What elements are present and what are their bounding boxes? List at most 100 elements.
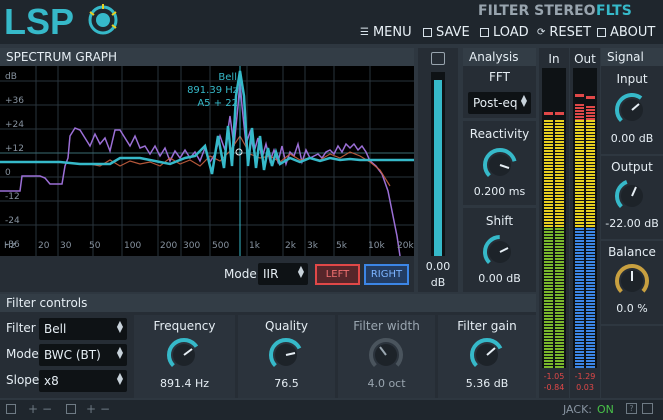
filter-type-select[interactable]: Bell ▲ ▼: [39, 318, 127, 340]
zoom-icon[interactable]: [431, 52, 445, 65]
frequency-block: Frequency 891.4 Hz: [134, 315, 235, 398]
load-label: LOAD: [493, 25, 529, 40]
fft-mode-value: Post-eq: [473, 96, 518, 110]
x-label: 50: [89, 241, 101, 251]
x-label: 30: [60, 241, 72, 251]
zoom-out-icon[interactable]: −: [42, 402, 52, 416]
filter-slope-select[interactable]: x8 ▲ ▼: [39, 370, 127, 392]
x-label: 3k: [307, 241, 318, 251]
logo-text: LSP: [4, 2, 74, 42]
left-channel-button[interactable]: LEFT: [315, 264, 360, 285]
analysis-title: Analysis: [463, 48, 536, 66]
spectrum-graph[interactable]: Bell 891.39 Hz A5 + 22: [0, 66, 414, 256]
signal-title: Signal: [601, 48, 663, 66]
reactivity-value: 0.200 ms: [473, 185, 526, 198]
reactivity-label: Reactivity: [469, 127, 530, 141]
filter-type-label: Filter: [6, 321, 36, 335]
frequency-value: 891.4 Hz: [159, 377, 210, 390]
y-label: dB: [5, 72, 17, 82]
input-label: Input: [616, 72, 648, 86]
save-button[interactable]: SAVE: [423, 25, 470, 40]
zoom-in-icon[interactable]: +: [28, 402, 38, 416]
font-icon[interactable]: [66, 404, 76, 414]
font-smaller-icon[interactable]: −: [100, 402, 110, 416]
shift-value: 0.00 dB: [478, 272, 521, 285]
fft-mode-select[interactable]: Post-eq ▲ ▼: [468, 92, 531, 114]
about-icon: [597, 28, 606, 37]
filter-type-value: Bell: [44, 322, 67, 336]
load-icon: [480, 28, 489, 37]
x-label: 2k: [285, 241, 296, 251]
y-label: +12: [5, 144, 24, 154]
balance-knob[interactable]: [614, 263, 650, 302]
output-block: Output -22.00 dB: [601, 156, 663, 239]
shift-label: Shift: [485, 214, 514, 228]
zoom-value: 0.00: [425, 260, 451, 273]
updown-icon: ▲ ▼: [520, 93, 527, 108]
quality-knob[interactable]: [268, 337, 304, 376]
menu-button[interactable]: ☰ MENU: [360, 25, 412, 40]
filter-width-label: Filter width: [353, 319, 420, 333]
reset-label: RESET: [549, 25, 592, 40]
zoom-slider-fill: [434, 80, 442, 256]
marker-freq: 891.39 Hz: [187, 85, 238, 96]
y-label: 0: [5, 168, 11, 178]
about-button[interactable]: ABOUT: [597, 25, 655, 40]
menu-icon: ☰: [360, 27, 369, 38]
y-label: +36: [5, 96, 24, 106]
mode-value: IIR: [263, 267, 279, 281]
reactivity-knob[interactable]: [482, 147, 518, 186]
filter-width-block: Filter width 4.0 oct: [338, 315, 435, 398]
filter-mode-select[interactable]: BWC (BT) ▲ ▼: [39, 344, 127, 366]
filter-width-knob[interactable]: [368, 337, 404, 376]
meter-in-label: In: [548, 52, 560, 66]
output-label: Output: [611, 160, 653, 174]
lsp-logo: LSP: [4, 1, 119, 42]
filter-gain-label: Filter gain: [457, 319, 517, 333]
filter-slope-label: Slope: [6, 373, 40, 387]
font-larger-icon[interactable]: +: [86, 402, 96, 416]
help-icon[interactable]: ?: [626, 403, 637, 414]
resize-icon[interactable]: [642, 403, 653, 414]
meter-out-peak-left: -1.29: [574, 372, 596, 381]
right-channel-button[interactable]: RIGHT: [364, 264, 409, 285]
x-label: 20: [38, 241, 50, 251]
filter-width-value: 4.0 oct: [367, 377, 406, 390]
filter-gain-knob[interactable]: [469, 337, 505, 376]
filter-gain-value: 5.36 dB: [465, 377, 509, 390]
y-label: -12: [5, 192, 20, 202]
shift-knob[interactable]: [482, 234, 518, 273]
save-icon: [423, 28, 432, 37]
output-knob[interactable]: [614, 178, 650, 217]
y-label: +24: [5, 120, 24, 130]
x-label: 500: [212, 241, 230, 251]
filter-gain-block: Filter gain 5.36 dB: [438, 315, 536, 398]
x-label: 10k: [368, 241, 385, 251]
jack-status: ON: [597, 403, 614, 416]
x-label: 20k: [397, 241, 414, 251]
balance-value: 0.0 %: [616, 302, 648, 315]
marker-note: A5 + 22: [197, 98, 238, 109]
balance-block: Balance 0.0 %: [601, 241, 663, 324]
x-label: 1k: [249, 241, 260, 251]
input-knob[interactable]: [614, 92, 650, 131]
updown-icon: ▲ ▼: [297, 264, 304, 279]
reset-button[interactable]: ⟳ RESET: [537, 25, 591, 40]
frequency-knob[interactable]: [166, 337, 202, 376]
plugin-short-name: FLTS: [596, 3, 632, 19]
x-label: 5k: [336, 241, 347, 251]
about-label: ABOUT: [610, 25, 656, 40]
plugin-name: FILTER STEREO: [478, 3, 596, 19]
window-icon[interactable]: [6, 404, 16, 414]
mode-label: Mode: [224, 267, 257, 281]
x-label: 100: [124, 241, 142, 251]
reset-icon: ⟳: [537, 27, 546, 38]
updown-icon: ▲ ▼: [116, 319, 123, 334]
meter-out-peak-right: 0.03: [576, 383, 594, 392]
filter-mode-label: Mode: [6, 347, 39, 361]
mode-select[interactable]: IIR ▲ ▼: [258, 263, 308, 285]
load-button[interactable]: LOAD: [480, 25, 529, 40]
meter-out-label: Out: [574, 52, 596, 66]
meter-in-peak-right: -0.84: [543, 383, 565, 392]
output-value: -22.00 dB: [605, 217, 659, 230]
